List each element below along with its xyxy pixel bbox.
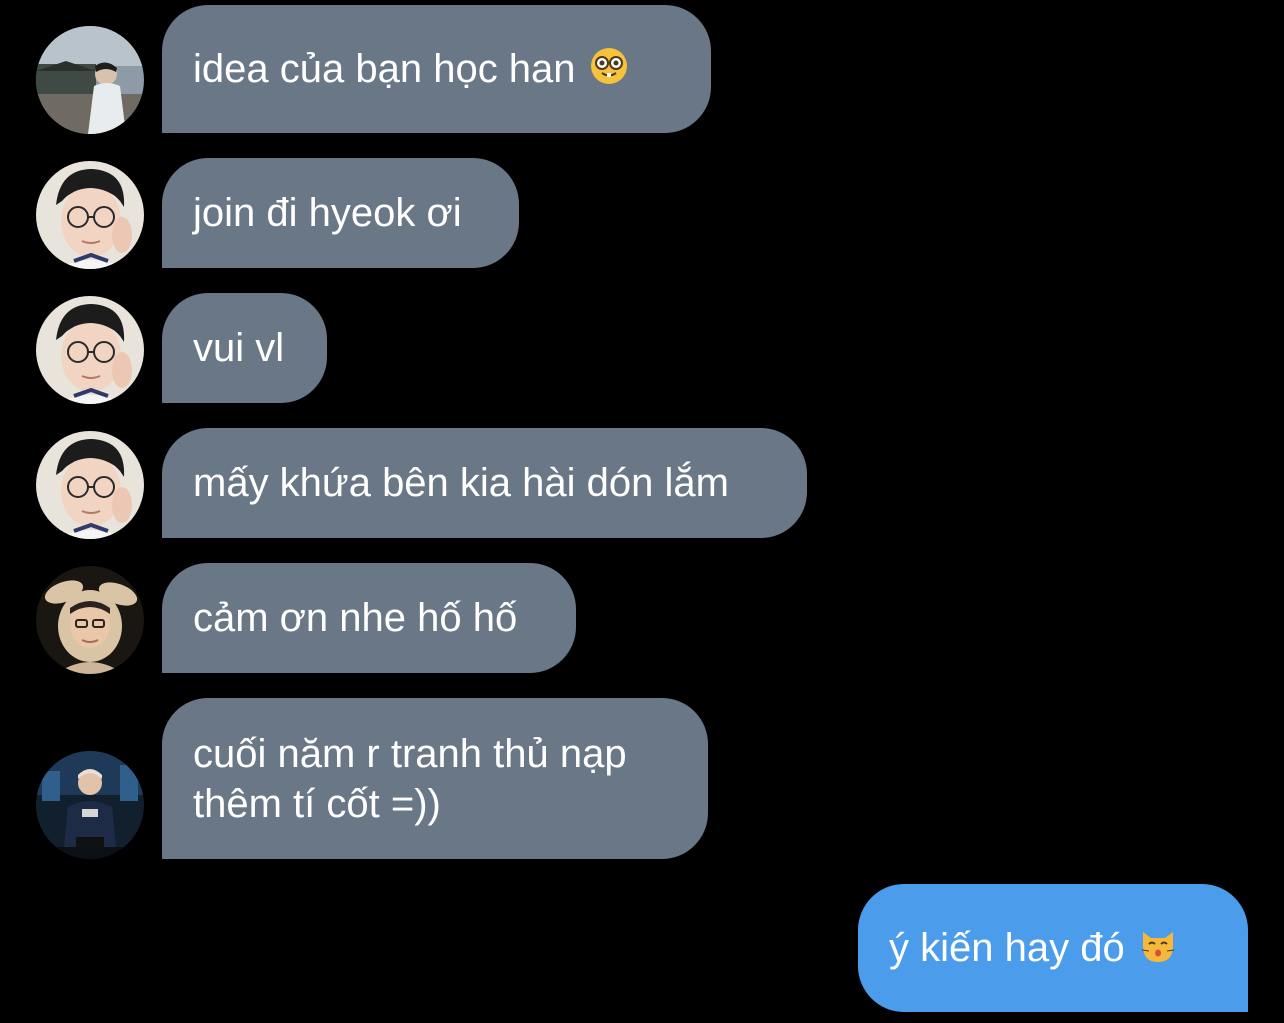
- message-text: idea của bạn học han: [193, 47, 576, 91]
- kissing-cat-emoji-icon: [1139, 926, 1177, 964]
- message-bubble[interactable]: idea của bạn học han: [162, 5, 711, 133]
- message-bubble[interactable]: mấy khứa bên kia hài dón lắm: [162, 428, 807, 538]
- message-text: cuối năm r tranh thủ nạp thêm tí cốt =)): [193, 729, 627, 829]
- nerd-face-emoji-icon: [590, 47, 628, 85]
- avatar-photo-stage: [36, 751, 144, 859]
- my-message-bubble[interactable]: ý kiến hay đó: [858, 884, 1248, 1012]
- sender-avatar-outdoor[interactable]: [36, 26, 144, 134]
- sender-avatar-glasses[interactable]: [36, 431, 144, 539]
- sender-avatar-glasses[interactable]: [36, 296, 144, 404]
- message-bubble[interactable]: vui vl: [162, 293, 327, 403]
- avatar-photo-glasses: [36, 161, 144, 269]
- message-text: ý kiến hay đó: [889, 926, 1125, 970]
- message-bubble[interactable]: cảm ơn nhe hố hố: [162, 563, 576, 673]
- message-text: mấy khứa bên kia hài dón lắm: [193, 461, 729, 505]
- message-text: join đi hyeok ơi: [193, 191, 462, 235]
- avatar-photo-glasses: [36, 296, 144, 404]
- message-text: cảm ơn nhe hố hố: [193, 596, 518, 640]
- sender-avatar-stage[interactable]: [36, 751, 144, 859]
- avatar-photo-outdoor: [36, 26, 144, 134]
- message-bubble[interactable]: join đi hyeok ơi: [162, 158, 519, 268]
- sender-avatar-bunny-hood[interactable]: [36, 566, 144, 674]
- message-text: vui vl: [193, 326, 285, 370]
- message-text-line: cuối năm r tranh thủ nạp: [193, 731, 627, 776]
- message-text-line: thêm tí cốt =)): [193, 781, 441, 826]
- message-bubble[interactable]: cuối năm r tranh thủ nạp thêm tí cốt =)): [162, 698, 708, 859]
- avatar-photo-glasses: [36, 431, 144, 539]
- sender-avatar-glasses[interactable]: [36, 161, 144, 269]
- avatar-photo-bunny-hood: [36, 566, 144, 674]
